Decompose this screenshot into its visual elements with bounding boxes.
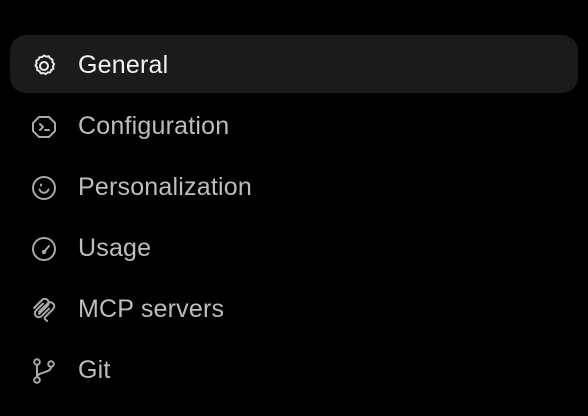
terminal-shield-icon [30, 113, 58, 141]
mcp-icon [30, 296, 58, 324]
git-branch-icon [30, 357, 58, 385]
gear-icon [30, 52, 58, 80]
sidebar-item-label: Configuration [78, 112, 230, 140]
sidebar-item-label: Personalization [78, 173, 252, 201]
sidebar-item-mcp-servers[interactable]: MCP servers [10, 279, 578, 337]
sidebar-item-label: Git [78, 356, 111, 384]
sidebar-item-label: Usage [78, 234, 152, 262]
sidebar-item-git[interactable]: Git [10, 340, 578, 398]
sidebar-item-configuration[interactable]: Configuration [10, 96, 578, 154]
settings-sidebar-nav: General Configuration Personalization Us… [10, 35, 578, 401]
smile-icon [30, 174, 58, 202]
gauge-icon [30, 235, 58, 263]
partial-nav-item [10, 0, 250, 6]
sidebar-item-label: General [78, 51, 169, 79]
sidebar-item-usage[interactable]: Usage [10, 218, 578, 276]
partial-item-icon [32, 0, 56, 6]
sidebar-item-general[interactable]: General [10, 35, 578, 93]
sidebar-item-label: MCP servers [78, 295, 225, 323]
sidebar-item-personalization[interactable]: Personalization [10, 157, 578, 215]
